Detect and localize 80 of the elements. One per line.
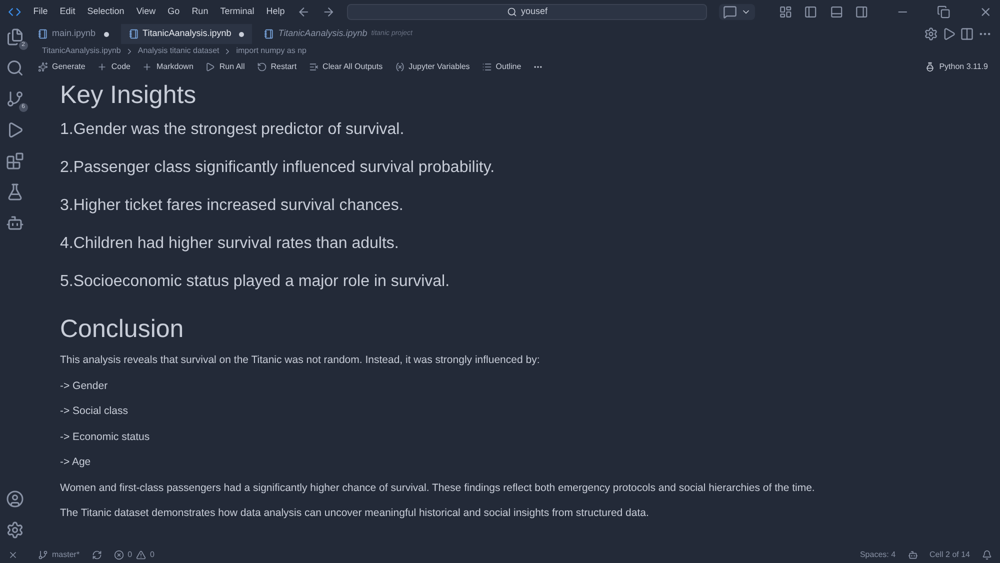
menu-item[interactable]: Go [168, 5, 180, 19]
search-field[interactable]: yousef [347, 4, 708, 20]
search-icon [506, 7, 517, 17]
forward-arrow-icon[interactable] [322, 5, 336, 19]
toolbar-button[interactable]: Jupyter Variables [394, 61, 470, 73]
toolbar-button[interactable]: Restart [256, 61, 297, 73]
menu-item[interactable]: View [136, 5, 156, 19]
branch-icon[interactable] [6, 90, 24, 108]
plus-icon [97, 62, 108, 72]
paragraph: -> Economic status [60, 430, 151, 444]
insight-text: 1.Gender was the strongest predictor of survival. [60, 120, 406, 140]
warning-icon [136, 550, 146, 560]
menu-item[interactable]: File [33, 5, 48, 19]
insight-text: 2.Passenger class significantly influenced survival probability. [60, 158, 496, 178]
indent-status[interactable]: Spaces: 4 [860, 549, 896, 561]
plus-icon [142, 62, 152, 72]
extensions-icon[interactable] [6, 152, 24, 170]
paragraph: This analysis reveals that survival on the Titanic was not random. Instead, it was strongly influenced by: [60, 354, 541, 367]
restart-icon [256, 62, 267, 72]
split-editor-icon[interactable] [960, 27, 974, 41]
flask-icon[interactable] [6, 183, 24, 201]
paragraph: The Titanic dataset demonstrates how data analysis can uncover meaningful historical and social insights from structured data. [60, 507, 650, 520]
notebook-icon [128, 29, 139, 39]
search-icon[interactable] [6, 59, 24, 77]
menu-item[interactable]: Help [266, 5, 285, 19]
layout-icon[interactable] [779, 5, 792, 19]
editor-tab[interactable]: TitanicAanalysis.ipynb [120, 24, 252, 44]
restore-icon[interactable] [937, 5, 951, 19]
problems-status[interactable]: 0 0 [114, 549, 154, 561]
app-logo-icon [8, 5, 22, 19]
toolbar-button[interactable]: Code [97, 61, 130, 73]
notebook-icon [38, 29, 48, 39]
variables-icon [394, 62, 405, 72]
cell-status[interactable]: Cell 2 of 14 [930, 549, 970, 561]
sparkle-icon [38, 62, 48, 72]
insight-text: 4.Children had higher survival rates than adults. [60, 234, 400, 254]
chat-button[interactable] [719, 4, 756, 20]
insight-text: 3.Higher ticket fares increased survival chances. [60, 196, 404, 216]
run-icon[interactable] [942, 27, 956, 41]
toolbar-button[interactable]: Outline [482, 61, 522, 73]
search-value: yousef [520, 5, 548, 18]
files-icon[interactable] [6, 28, 24, 46]
run-debug-icon[interactable] [6, 121, 24, 139]
branch-icon [38, 550, 48, 560]
settings-icon[interactable] [924, 27, 938, 41]
paragraph: -> Social class [60, 405, 129, 418]
editor-tab[interactable]: main.ipynb [30, 24, 117, 44]
toolbar-button[interactable]: Generate [38, 61, 86, 73]
notebook-icon [264, 29, 274, 39]
back-arrow-icon[interactable] [296, 5, 310, 19]
flask-icon [925, 62, 936, 72]
breadcrumb-item[interactable]: import numpy as np [236, 45, 306, 57]
menu-item[interactable]: Selection [87, 5, 124, 19]
paragraph: -> Age [60, 456, 92, 469]
toolbar-button[interactable]: Markdown [142, 61, 194, 73]
chat-icon [723, 5, 738, 19]
toolbar-button[interactable]: Run All [205, 61, 245, 73]
panel-left-icon[interactable] [804, 5, 818, 19]
branch-status[interactable]: master* [38, 549, 80, 561]
paragraph: Women and first-class passengers had a significantly higher chance of survival. These findings reflect both emergency protocols and social hierarchies of the time. [60, 482, 816, 494]
error-icon [114, 550, 124, 560]
menu-item[interactable]: Run [192, 5, 208, 19]
settings-icon[interactable] [6, 521, 24, 539]
menu-item[interactable]: Edit [60, 5, 76, 19]
clear-list-icon [308, 62, 319, 72]
play-icon [205, 62, 216, 72]
account-icon[interactable] [6, 490, 24, 508]
menu-item[interactable]: Terminal [220, 5, 254, 19]
toolbar-button[interactable]: Clear All Outputs [308, 61, 383, 73]
panel-right-icon[interactable] [854, 5, 868, 19]
sync-icon[interactable] [92, 550, 102, 560]
kernel-button[interactable]: Python 3.11.9 [925, 61, 988, 73]
panel-bottom-icon[interactable] [830, 5, 843, 19]
breadcrumb-item[interactable]: TitanicAanalysis.ipynb [42, 45, 121, 57]
heading: Key Insights [60, 80, 198, 110]
paragraph: -> Gender [60, 380, 109, 392]
heading: Conclusion [60, 314, 185, 344]
bell-icon[interactable] [982, 550, 992, 560]
insight-text: 5.Socioeconomic status played a major role in survival. [60, 272, 451, 292]
breadcrumb-item[interactable]: Analysis titanic dataset [138, 45, 220, 57]
